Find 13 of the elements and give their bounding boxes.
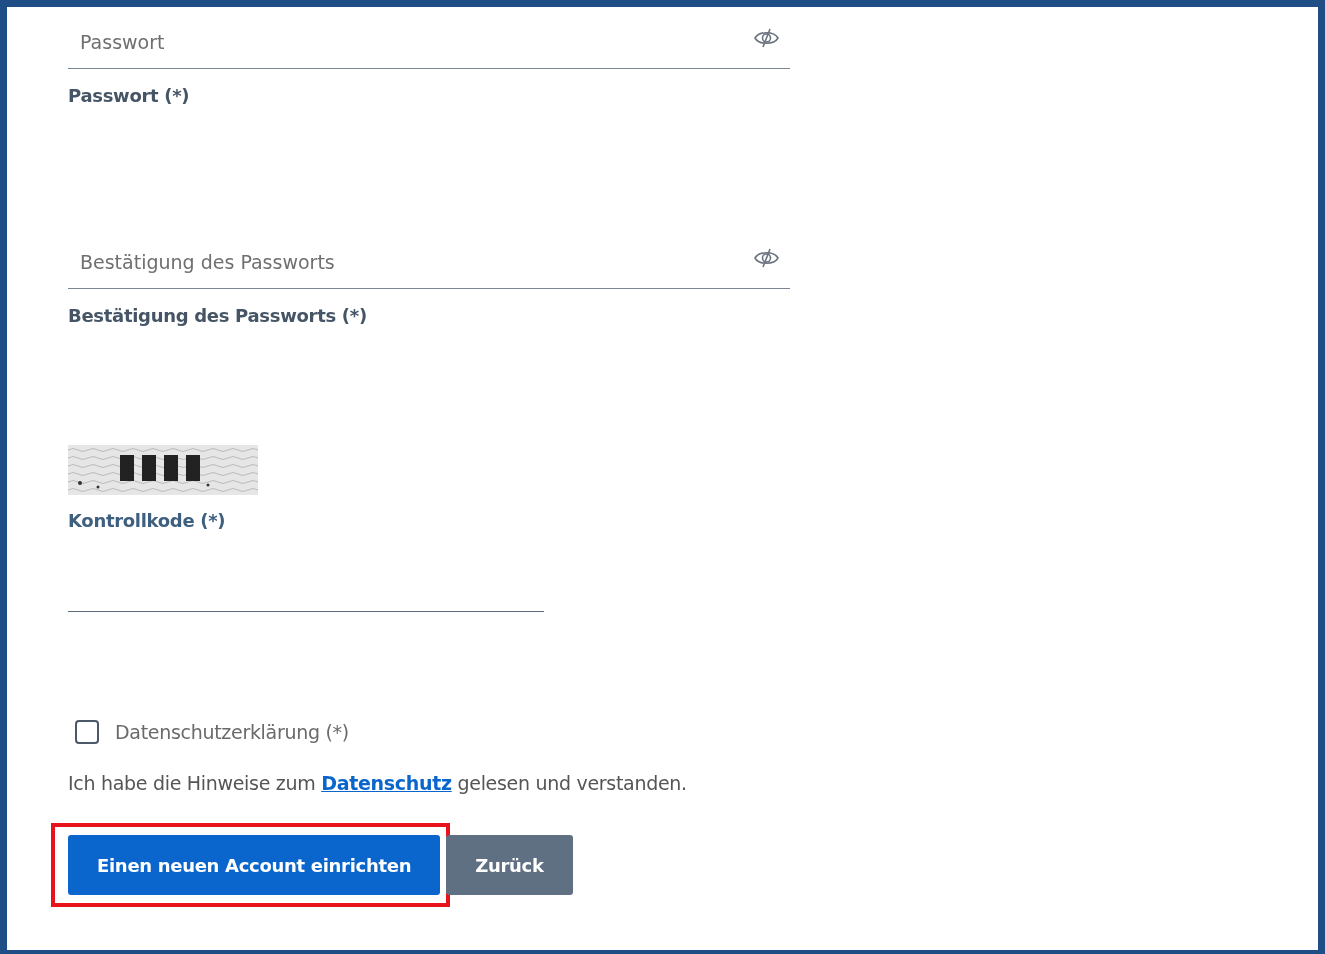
password-field[interactable]: Bestätigung des Passworts xyxy=(78,237,753,278)
privacy-link[interactable]: Datenschutz xyxy=(321,771,452,794)
field-label: Bestätigung des Passworts (*) xyxy=(68,304,368,328)
field-label: Kontrollkode (*) xyxy=(68,509,227,533)
eye-slash-icon[interactable] xyxy=(753,246,780,269)
checkbox[interactable] xyxy=(75,720,99,745)
field-label: Passwort (*) xyxy=(68,84,191,108)
create-account-button[interactable]: Einen neuen Account einrichten xyxy=(68,835,441,895)
back-button[interactable]: Zurück xyxy=(446,835,573,895)
password-field[interactable]: Passwort xyxy=(78,17,753,58)
eye-slash-icon[interactable] xyxy=(753,26,780,49)
checkbox-label: Datenschutzerklärung (*) xyxy=(115,720,349,745)
privacy-notice: Ich habe die Hinweise zum Datenschutz gelesen und verstanden. xyxy=(68,770,688,796)
